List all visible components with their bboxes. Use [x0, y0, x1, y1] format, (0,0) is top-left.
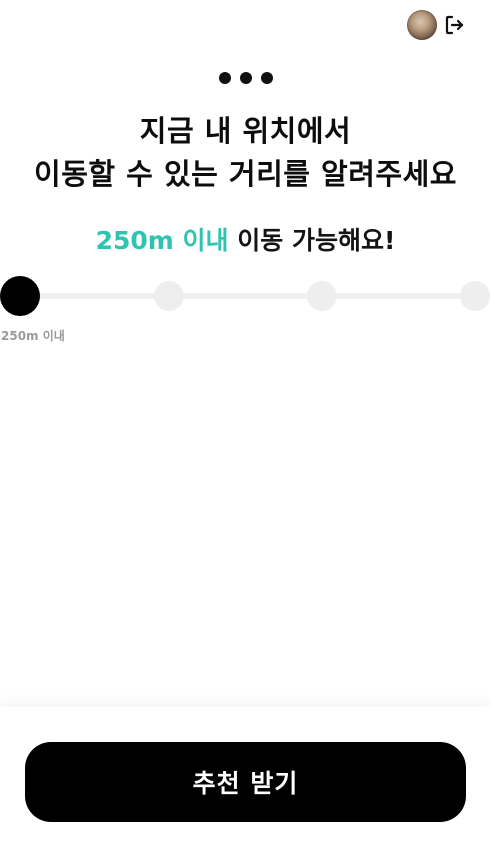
distance-summary-rest: 이동 가능해요! — [228, 226, 396, 255]
distance-selection-screen: 지금 내 위치에서 이동할 수 있는 거리를 알려주세요 250m 이내 이동 … — [0, 0, 491, 857]
get-recommendation-button[interactable]: 추천 받기 — [25, 742, 466, 822]
slider-selected-label: 250m 이내 — [1, 329, 65, 343]
user-avatar[interactable] — [407, 10, 437, 40]
page-title: 지금 내 위치에서 이동할 수 있는 거리를 알려주세요 — [0, 110, 491, 196]
distance-highlight: 250m 이내 — [95, 226, 229, 255]
step-dot — [218, 72, 231, 84]
slider-stop[interactable] — [460, 281, 490, 311]
distance-slider[interactable] — [0, 275, 491, 317]
bottom-action-bar: 추천 받기 — [0, 707, 491, 857]
step-dot — [260, 72, 273, 84]
slider-track[interactable] — [18, 293, 477, 299]
top-bar — [407, 10, 467, 40]
step-dot — [239, 72, 252, 84]
title-line-2: 이동할 수 있는 거리를 알려주세요 — [34, 157, 457, 191]
slider-stop[interactable] — [307, 281, 337, 311]
logout-icon[interactable] — [443, 13, 467, 37]
slider-stop[interactable] — [154, 281, 184, 311]
title-line-1: 지금 내 위치에서 — [139, 114, 352, 148]
slider-thumb[interactable] — [0, 276, 40, 316]
three-dots-icon — [0, 72, 491, 84]
distance-summary: 250m 이내 이동 가능해요! — [0, 221, 491, 257]
